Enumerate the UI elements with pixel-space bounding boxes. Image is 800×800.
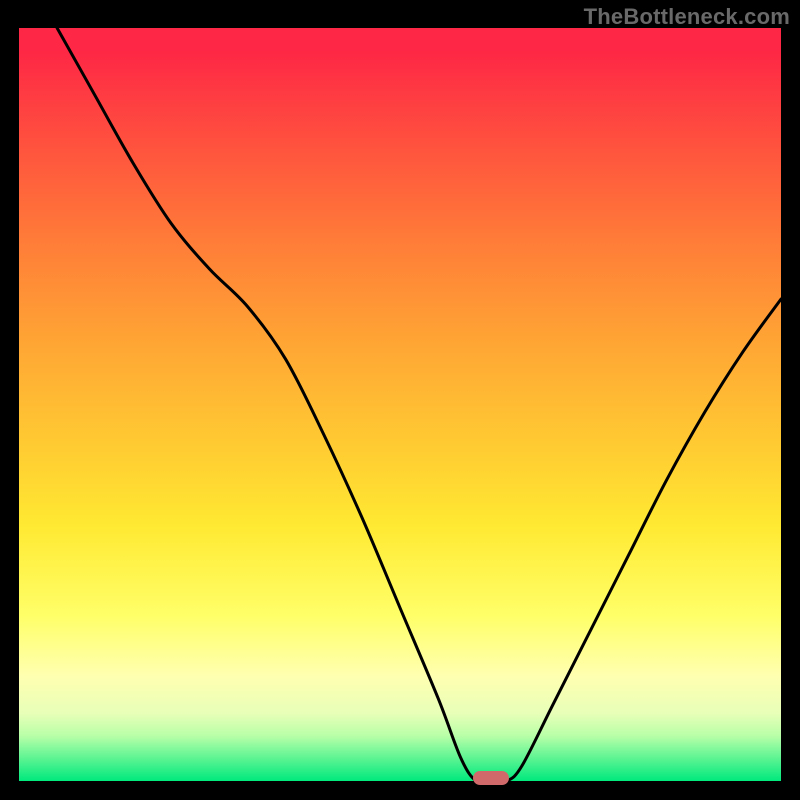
plot-container bbox=[19, 28, 781, 781]
optimal-point-marker bbox=[473, 771, 509, 785]
chart-frame: { "watermark": "TheBottleneck.com", "cha… bbox=[0, 0, 800, 800]
bottleneck-curve bbox=[19, 28, 781, 781]
watermark-label: TheBottleneck.com bbox=[584, 4, 790, 30]
